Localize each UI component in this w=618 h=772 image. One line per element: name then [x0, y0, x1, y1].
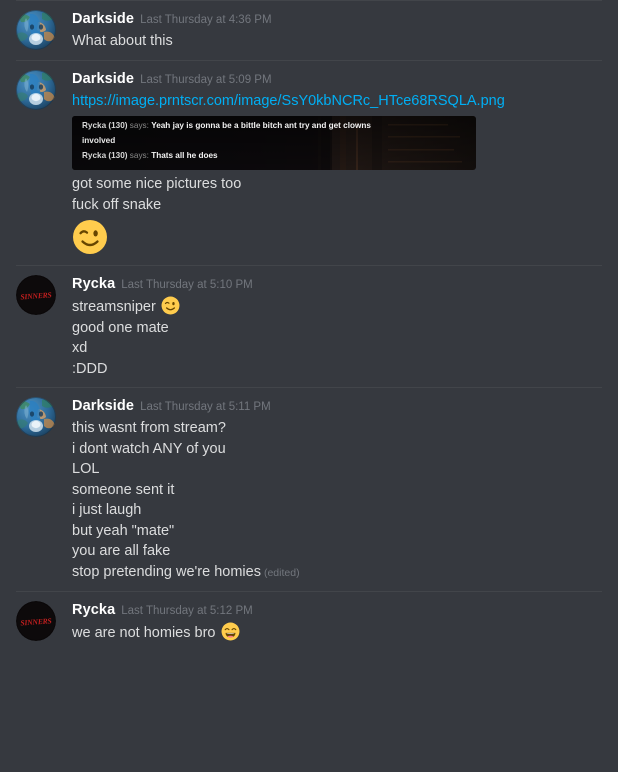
message-text-edited: stop pretending we're homies (edited) — [72, 562, 602, 584]
message-text: LOL — [72, 461, 100, 477]
message-text: i dont watch ANY of you — [72, 440, 226, 457]
message-text: i just laugh — [72, 502, 142, 518]
svg-text:involved: involved — [82, 136, 115, 145]
chat-message-list[interactable]: Darkside Last Thursday at 4:36 PM What ab… — [0, 0, 618, 772]
avatar[interactable] — [16, 10, 56, 50]
image-attachment[interactable]: Rycka (130) says: Yeah jay is gonna be a… — [72, 116, 476, 170]
message-group[interactable]: SINNERS Rycka Last Thursday at 5:10 PM st… — [0, 266, 618, 387]
avatar[interactable]: SINNERS — [16, 601, 56, 641]
message-author[interactable]: Rycka — [72, 602, 115, 618]
message-emoji-large — [72, 219, 602, 255]
message-header: Darkside Last Thursday at 5:11 PM — [72, 397, 602, 416]
message-header: Rycka Last Thursday at 5:10 PM — [72, 275, 602, 294]
message-link[interactable]: https://image.prntscr.com/image/SsY0kbNC… — [72, 91, 602, 112]
message-group[interactable]: Darkside Last Thursday at 5:09 PM https:/… — [0, 61, 618, 266]
message-text: :DDD — [72, 360, 108, 377]
message-header: Darkside Last Thursday at 5:09 PM — [72, 70, 602, 89]
message-text: this wasnt from stream? — [72, 420, 226, 436]
svg-text:Rycka (130) says: Thats all he: Rycka (130) says: Thats all he does — [82, 151, 218, 160]
message-group[interactable]: Darkside Last Thursday at 4:36 PM What ab… — [0, 1, 618, 60]
message-text: streamsniper — [72, 299, 160, 315]
message-author[interactable]: Darkside — [72, 11, 134, 27]
message-text: got some nice pictures too — [72, 176, 242, 192]
message-timestamp: Last Thursday at 5:10 PM — [121, 279, 253, 291]
sinners-avatar-image: SINNERS — [16, 275, 56, 315]
message-text: stop pretending we're homies — [72, 563, 261, 580]
grinning-face-emoji — [221, 622, 239, 641]
darkside-avatar-image — [16, 69, 56, 110]
avatar[interactable] — [16, 397, 56, 437]
message-text-with-emoji: streamsniper — [72, 296, 602, 318]
message-timestamp: Last Thursday at 4:36 PM — [140, 14, 272, 26]
message-text: you are all fake — [72, 543, 171, 559]
message-timestamp: Last Thursday at 5:12 PM — [121, 605, 253, 617]
message-text: fuck off snake — [72, 196, 162, 213]
message-group[interactable]: Darkside Last Thursday at 5:11 PM this wa… — [0, 388, 618, 591]
svg-text:Rycka (130) says: Yeah jay is: Rycka (130) says: Yeah jay is gonna be a… — [82, 121, 371, 130]
avatar[interactable]: SINNERS — [16, 275, 56, 315]
sinners-avatar-image: SINNERS — [16, 601, 56, 641]
message-header: Rycka Last Thursday at 5:12 PM — [72, 601, 602, 620]
message-author[interactable]: Darkside — [72, 398, 134, 414]
winking-face-emoji — [161, 296, 180, 315]
embedded-screenshot-image[interactable]: Rycka (130) says: Yeah jay is gonna be a… — [72, 116, 476, 170]
message-text: someone sent it — [72, 481, 175, 498]
darkside-avatar-image — [16, 10, 56, 50]
message-text: we are not homies bro — [72, 625, 220, 641]
winking-face-emoji — [73, 220, 107, 254]
message-timestamp: Last Thursday at 5:11 PM — [140, 401, 271, 413]
message-text: What about this — [72, 33, 173, 49]
message-group[interactable]: SINNERS Rycka Last Thursday at 5:12 PM we… — [0, 592, 618, 652]
darkside-avatar-image — [16, 397, 56, 437]
message-author[interactable]: Rycka — [72, 276, 115, 292]
message-text-with-emoji: we are not homies bro — [72, 622, 602, 644]
message-timestamp: Last Thursday at 5:09 PM — [140, 73, 272, 86]
message-text: good one mate — [72, 319, 169, 336]
message-text: xd — [72, 340, 88, 356]
avatar[interactable] — [16, 69, 56, 110]
message-header: Darkside Last Thursday at 4:36 PM — [72, 10, 602, 29]
message-text: but yeah "mate" — [72, 522, 175, 539]
message-author[interactable]: Darkside — [72, 71, 134, 87]
edited-label: (edited) — [263, 566, 300, 579]
